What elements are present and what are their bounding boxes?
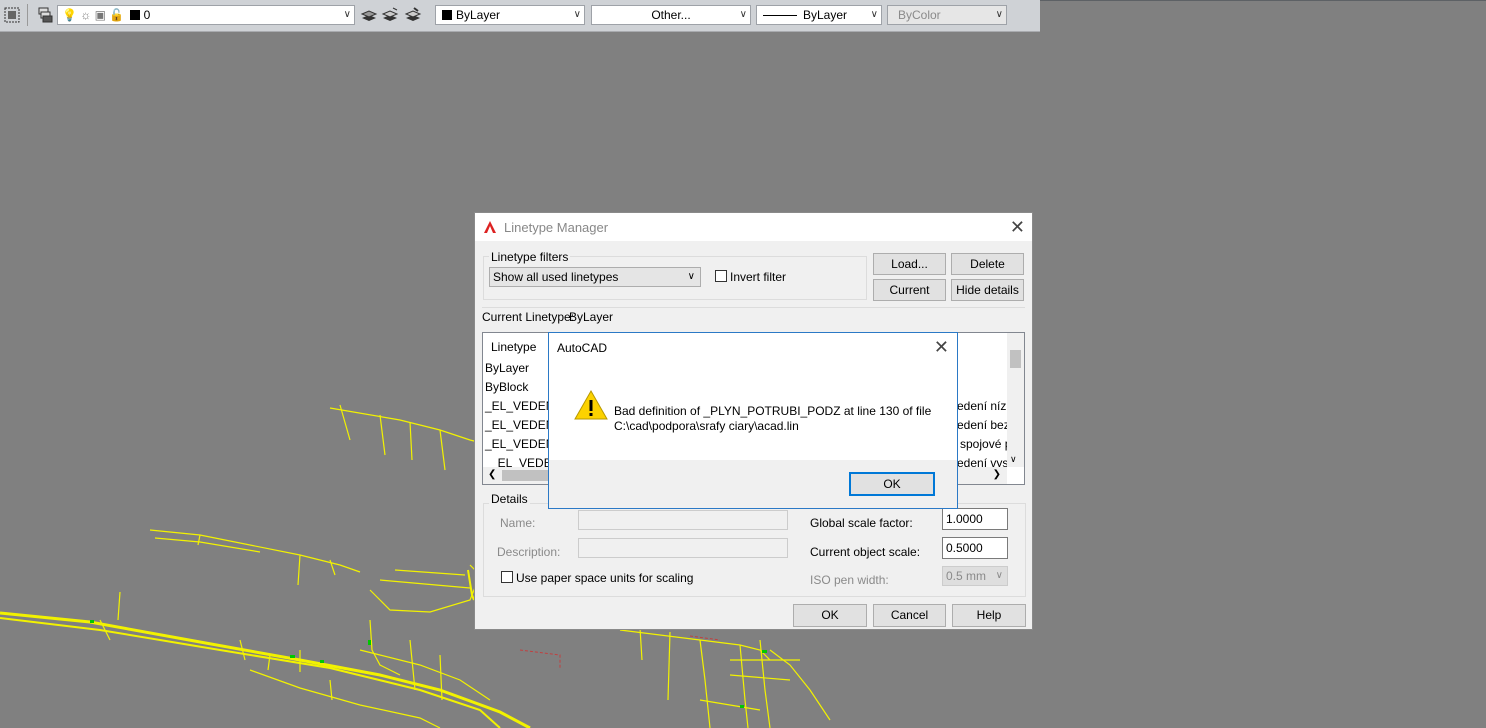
linetype-filters-label: Linetype filters <box>489 250 571 264</box>
list-item[interactable]: _EL_VEDENI <box>485 437 558 451</box>
color-value: ByLayer <box>456 8 501 22</box>
chevron-down-icon[interactable]: ∨ <box>1010 454 1017 465</box>
column-header-linetype[interactable]: Linetype <box>491 340 536 354</box>
list-item[interactable]: _EL_VEDENI <box>485 418 558 432</box>
close-icon[interactable]: ✕ <box>934 338 949 356</box>
linetype-manager-titlebar: Linetype Manager ✕ <box>475 213 1032 241</box>
close-icon[interactable]: ✕ <box>1010 218 1025 236</box>
lineweight-value: ByLayer <box>803 8 848 22</box>
match-properties-icon[interactable] <box>3 6 21 24</box>
invert-filter-checkbox[interactable] <box>715 270 727 282</box>
chevron-right-icon[interactable]: ❯ <box>993 469 1001 480</box>
chevron-down-icon: ∨ <box>739 9 747 20</box>
layer-properties-icon[interactable] <box>36 6 54 24</box>
drawing-accents <box>90 620 767 708</box>
list-item[interactable]: ByLayer <box>485 361 529 375</box>
load-button[interactable]: Load... <box>873 253 946 275</box>
chevron-down-icon: ∨ <box>870 9 878 20</box>
scrollbar-thumb[interactable] <box>1010 350 1021 368</box>
color-dropdown[interactable]: ByLayer ∨ <box>435 5 585 25</box>
description-label: Description: <box>497 545 561 559</box>
layer-dropdown[interactable]: 💡 ☼ ▣ 🔓 0 ∨ <box>57 5 355 25</box>
dialog-title: Linetype Manager <box>504 220 609 235</box>
sun-icon: ☼ <box>80 8 92 22</box>
paper-space-units-checkbox[interactable] <box>501 571 513 583</box>
current-linetype-label: Current Linetype: <box>482 310 575 324</box>
global-scale-input[interactable]: 1.0000 <box>942 508 1008 530</box>
vertical-scrollbar[interactable]: ∨ <box>1007 333 1024 467</box>
chevron-down-icon: ∨ <box>995 9 1003 20</box>
layer-name: 0 <box>143 8 151 22</box>
global-scale-label: Global scale factor: <box>810 516 913 530</box>
alert-message-line1: Bad definition of _PLYN_POTRUBI_PODZ at … <box>614 404 932 418</box>
plotstyle-dropdown: ByColor ∨ <box>887 5 1007 25</box>
lightbulb-icon: 💡 <box>62 8 77 22</box>
paper-space-units-label: Use paper space units for scaling <box>516 571 694 585</box>
description-field <box>578 538 788 558</box>
list-item[interactable]: _EL_VEDENI <box>485 399 558 413</box>
iso-pen-width-label: ISO pen width: <box>810 573 889 587</box>
viewport-freeze-icon: ▣ <box>94 8 106 22</box>
list-item-description: edení bez <box>957 418 1010 432</box>
current-button[interactable]: Current <box>873 279 946 301</box>
alert-title: AutoCAD <box>557 341 608 355</box>
hide-details-button[interactable]: Hide details <box>951 279 1024 301</box>
make-current-layer-icon[interactable] <box>360 6 378 24</box>
autocad-alert-dialog: AutoCAD ✕ Bad definition of _PLYN_POTRUB… <box>548 332 958 509</box>
chevron-down-icon: ∨ <box>343 9 351 20</box>
lineweight-dropdown[interactable]: ByLayer ∨ <box>756 5 882 25</box>
cancel-button[interactable]: Cancel <box>873 604 946 627</box>
help-button[interactable]: Help <box>952 604 1026 627</box>
linetype-dropdown[interactable]: Other... ∨ <box>591 5 751 25</box>
invert-filter-label: Invert filter <box>730 270 787 284</box>
current-linetype-row: Current Linetype: ByLayer <box>482 307 1025 326</box>
iso-pen-width-dropdown: 0.5 mm ∨ <box>942 566 1008 586</box>
chevron-left-icon[interactable]: ❮ <box>488 469 496 480</box>
name-label: Name: <box>500 516 536 530</box>
alert-message-line2: C:\cad\podpora\srafy ciary\acad.lin <box>614 419 799 433</box>
chevron-down-icon: ∨ <box>687 271 695 282</box>
properties-toolbar: 💡 ☼ ▣ 🔓 0 ∨ ByLayer ∨ Other... ∨ ByLayer… <box>0 0 1040 32</box>
delete-button[interactable]: Delete <box>951 253 1024 275</box>
layer-match-icon[interactable] <box>381 6 399 24</box>
chevron-down-icon: ∨ <box>573 9 581 20</box>
alert-ok-button[interactable]: OK <box>849 472 935 496</box>
color-swatch <box>442 10 452 20</box>
ok-button[interactable]: OK <box>793 604 867 627</box>
object-scale-input[interactable]: 0.5000 <box>942 537 1008 559</box>
layer-color-swatch <box>129 10 140 20</box>
iso-pen-width-value: 0.5 mm <box>946 569 987 583</box>
details-label: Details <box>489 492 530 506</box>
autocad-logo-icon <box>484 221 496 233</box>
list-item-description: edení nízk <box>957 399 1013 413</box>
list-item[interactable]: ByBlock <box>485 380 528 394</box>
plotstyle-value: ByColor <box>898 8 941 22</box>
chevron-down-icon: ∨ <box>995 570 1003 581</box>
list-item-description: spojové p <box>960 437 1012 451</box>
object-scale-label: Current object scale: <box>810 545 921 559</box>
current-linetype-value: ByLayer <box>569 310 614 324</box>
toolbar-border <box>1040 0 1486 1</box>
name-field <box>578 510 788 530</box>
layer-previous-icon[interactable] <box>404 6 422 24</box>
warning-icon <box>574 389 608 420</box>
lock-icon: 🔓 <box>109 8 125 22</box>
linetype-filter-dropdown[interactable]: Show all used linetypes ∨ <box>489 267 701 287</box>
alert-button-bar: OK <box>549 460 957 508</box>
linetype-filter-value: Show all used linetypes <box>493 270 619 284</box>
lineweight-sample-icon <box>763 15 797 17</box>
linetype-value: Other... <box>651 8 691 22</box>
